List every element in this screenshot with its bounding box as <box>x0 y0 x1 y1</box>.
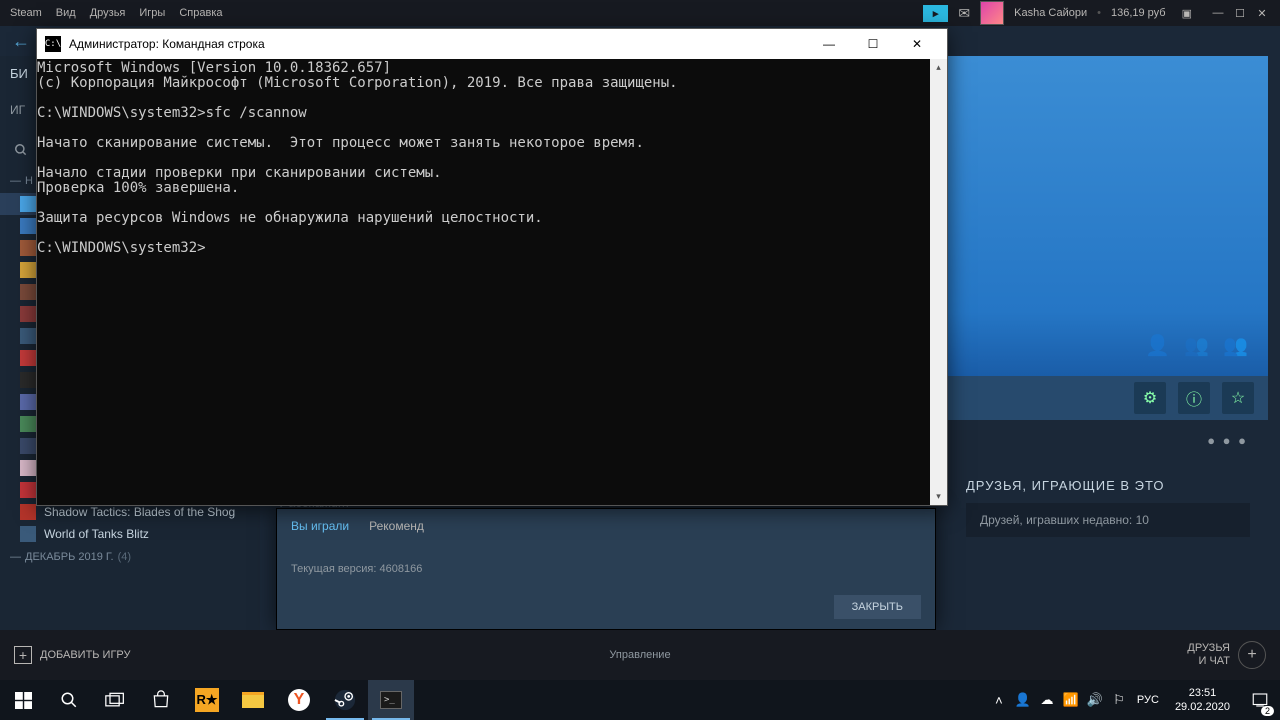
tray-people-icon[interactable]: 👤 <box>1011 680 1035 720</box>
tray-wifi-icon[interactable]: 📶 <box>1059 680 1083 720</box>
menu-view[interactable]: Вид <box>56 7 76 19</box>
cmd-output[interactable]: Microsoft Windows [Version 10.0.18362.65… <box>37 59 930 505</box>
task-explorer[interactable] <box>230 680 276 720</box>
steam-top-menu: Steam Вид Друзья Игры Справка ▸ ✉ Kasha … <box>0 0 1280 26</box>
friends-chat-button[interactable]: ДРУЗЬЯИ ЧАТ + <box>1187 641 1266 669</box>
scroll-up-icon[interactable]: ▴ <box>930 59 947 76</box>
scroll-down-icon[interactable]: ▾ <box>930 488 947 505</box>
cmd-icon: C:\ <box>45 36 61 52</box>
friends-recent-count: Друзей, игравших недавно: 10 <box>966 503 1250 537</box>
version-popup: Вы играли Рекоменд Текущая версия: 46081… <box>276 508 936 630</box>
plus-icon: + <box>14 646 32 664</box>
menu-games[interactable]: Игры <box>139 7 165 19</box>
favorite-button[interactable]: ☆ <box>1222 382 1254 414</box>
steam-maximize[interactable]: ☐ <box>1232 5 1248 21</box>
broadcast-icon[interactable]: ▸ <box>923 5 949 22</box>
task-rockstar[interactable]: R★ <box>184 680 230 720</box>
plus-circle-icon: + <box>1238 641 1266 669</box>
manage-link[interactable]: Управление <box>609 649 670 661</box>
steam-minimize[interactable]: — <box>1210 5 1226 21</box>
menu-help[interactable]: Справка <box>179 7 222 19</box>
task-steam[interactable] <box>322 680 368 720</box>
avatar[interactable] <box>980 1 1004 25</box>
task-store[interactable] <box>138 680 184 720</box>
task-yandex[interactable]: Y <box>276 680 322 720</box>
announce-icon[interactable]: ▣ <box>1182 7 1192 20</box>
multi-user-icon[interactable]: 👥 <box>1184 333 1209 358</box>
start-button[interactable] <box>0 680 46 720</box>
windows-taskbar: R★ Y >_ ˄ 👤 ☁ 📶 🔊 ⚐ РУС 23:51 29.02.2020… <box>0 680 1280 720</box>
single-user-icon[interactable]: 👤 <box>1145 333 1170 358</box>
month-section-header[interactable]: — ДЕКАБРЬ 2019 Г. (4) <box>0 545 260 569</box>
tray-language[interactable]: РУС <box>1131 680 1165 720</box>
inbox-icon[interactable]: ✉ <box>958 5 970 22</box>
cmd-scrollbar[interactable]: ▴ ▾ <box>930 59 947 505</box>
tray-cloud-icon[interactable]: ☁ <box>1035 680 1059 720</box>
cmd-minimize[interactable]: — <box>807 29 851 59</box>
taskview-button[interactable] <box>92 680 138 720</box>
info-icon: ⓘ <box>1186 386 1202 410</box>
group-icon[interactable]: 👥 <box>1223 333 1248 358</box>
cmd-title: Администратор: Командная строка <box>69 37 807 51</box>
cmd-close[interactable]: ✕ <box>895 29 939 59</box>
settings-button[interactable]: ⚙ <box>1134 382 1166 414</box>
tab-more[interactable]: ● ● ● <box>1207 433 1248 448</box>
friends-playing-panel: ДРУЗЬЯ, ИГРАЮЩИЕ В ЭТО Друзей, игравших … <box>948 464 1268 551</box>
steam-close[interactable]: ✕ <box>1254 5 1270 21</box>
popup-tab-played[interactable]: Вы играли <box>291 519 349 533</box>
menu-friends[interactable]: Друзья <box>90 7 126 19</box>
friends-header: ДРУЗЬЯ, ИГРАЮЩИЕ В ЭТО <box>966 478 1250 493</box>
gear-icon: ⚙ <box>1143 388 1157 408</box>
username[interactable]: Kasha Сайори <box>1014 7 1087 19</box>
task-cmd[interactable]: >_ <box>368 680 414 720</box>
popup-close-button[interactable]: ЗАКРЫТЬ <box>834 595 921 619</box>
cmd-maximize[interactable]: ☐ <box>851 29 895 59</box>
cmd-window: C:\ Администратор: Командная строка — ☐ … <box>36 28 948 506</box>
wallet-balance[interactable]: 136,19 руб <box>1111 7 1166 19</box>
notif-badge: 2 <box>1261 706 1274 716</box>
back-arrow-icon[interactable]: ← <box>12 31 30 52</box>
search-button[interactable] <box>46 680 92 720</box>
steam-bottom-bar: + ДОБАВИТЬ ИГРУ Управление ДРУЗЬЯИ ЧАТ + <box>0 630 1280 680</box>
popup-tab-recommend[interactable]: Рекоменд <box>369 519 424 533</box>
tray-notifications[interactable]: 2 <box>1240 680 1280 720</box>
tray-clock[interactable]: 23:51 29.02.2020 <box>1165 686 1240 715</box>
info-button[interactable]: ⓘ <box>1178 382 1210 414</box>
menu-steam[interactable]: Steam <box>10 7 42 19</box>
tray-locale-icon[interactable]: ⚐ <box>1107 680 1131 720</box>
star-icon: ☆ <box>1231 388 1245 408</box>
add-game-button[interactable]: + ДОБАВИТЬ ИГРУ <box>14 646 131 664</box>
tray-volume-icon[interactable]: 🔊 <box>1083 680 1107 720</box>
tray-chevron-up-icon[interactable]: ˄ <box>987 680 1011 720</box>
cmd-titlebar[interactable]: C:\ Администратор: Командная строка — ☐ … <box>37 29 947 59</box>
list-item[interactable]: World of Tanks Blitz <box>0 523 260 545</box>
version-text: Текущая версия: 4608166 <box>291 563 921 575</box>
